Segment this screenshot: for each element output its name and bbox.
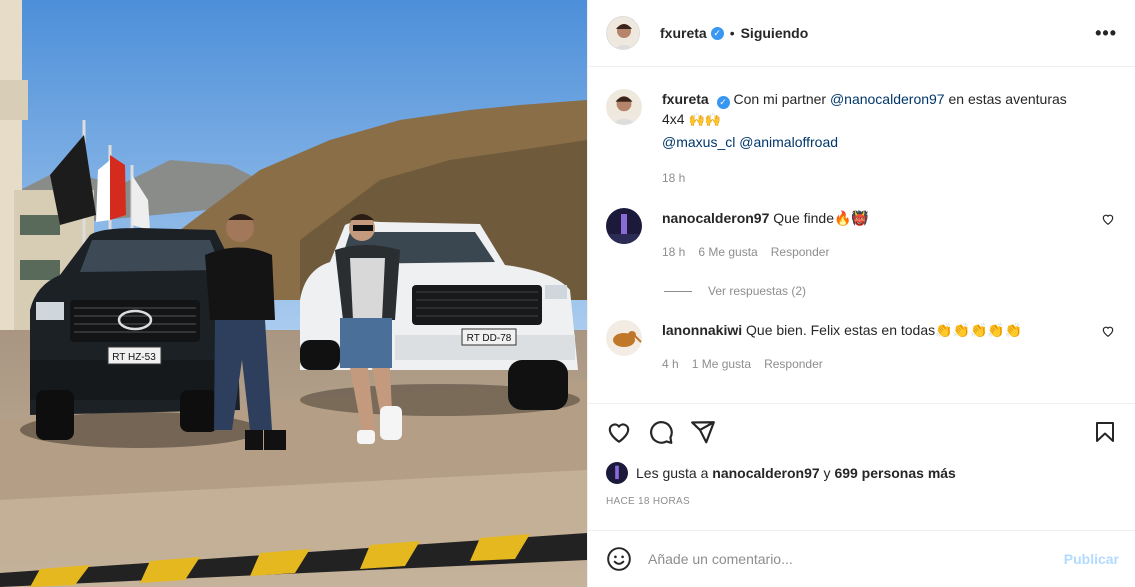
comment-avatar[interactable] — [606, 320, 642, 356]
comment-likes[interactable]: 6 Me gusta — [698, 242, 757, 262]
likes-summary: Les gusta a nanocalderon97 y 699 persona… — [606, 462, 1117, 484]
comment-like-heart-icon[interactable] — [1101, 212, 1115, 226]
heart-icon[interactable] — [606, 419, 632, 445]
comment-like-heart-icon[interactable] — [1101, 324, 1115, 338]
likes-user[interactable]: nanocalderon97 — [712, 465, 819, 481]
likes-others[interactable]: 699 personas más — [834, 465, 955, 481]
add-comment-bar: Publicar — [588, 530, 1135, 587]
verified-icon: ✓ — [716, 96, 730, 109]
post-photo[interactable]: RT HZ-53 RT DD-78 — [0, 0, 587, 587]
view-replies-label[interactable]: Ver respuestas (2) — [708, 284, 806, 298]
view-replies-button[interactable]: Ver respuestas (2) — [664, 284, 1117, 298]
liker-avatar[interactable] — [606, 462, 628, 484]
caption-mention-partner[interactable]: @nanocalderon97 — [830, 91, 945, 107]
caption-time[interactable]: 18 h — [662, 168, 685, 188]
reply-button[interactable]: Responder — [771, 242, 830, 262]
comment-body: lanonnakiwi Que bien. Felix estas en tod… — [662, 320, 1117, 374]
post-actions: Les gusta a nanocalderon97 y 699 persona… — [588, 403, 1135, 530]
post-side-panel: fxureta ✓ • Siguiendo ••• fxureta ✓ Con … — [587, 0, 1135, 587]
bookmark-icon[interactable] — [1093, 419, 1117, 445]
caption-avatar[interactable] — [606, 89, 642, 125]
author-username[interactable]: fxureta — [660, 25, 707, 41]
comment-username[interactable]: lanonnakiwi — [662, 322, 742, 338]
following-button[interactable]: Siguiendo — [741, 25, 809, 41]
plate-right: RT DD-78 — [467, 333, 512, 344]
caption-mention-animaloffroad[interactable]: @animaloffroad — [739, 134, 838, 150]
comment-time[interactable]: 18 h — [662, 242, 685, 262]
share-icon[interactable] — [690, 419, 716, 445]
caption-emoji: 🙌🙌 — [688, 112, 721, 127]
comment-input[interactable] — [648, 551, 1064, 567]
plate-left: RT HZ-53 — [112, 352, 156, 363]
publish-button[interactable]: Publicar — [1064, 551, 1119, 567]
comment-item: lanonnakiwi Que bien. Felix estas en tod… — [606, 320, 1117, 374]
caption-body: fxureta ✓ Con mi partner @nanocalderon97… — [662, 89, 1117, 188]
reply-button[interactable]: Responder — [764, 354, 823, 374]
comment-body: nanocalderon97 Que finde🔥👹 18 h 6 Me gus… — [662, 208, 1117, 262]
more-options-icon[interactable]: ••• — [1095, 23, 1117, 44]
comment-item: nanocalderon97 Que finde🔥👹 18 h 6 Me gus… — [606, 208, 1117, 262]
post-image: RT HZ-53 RT DD-78 — [0, 0, 587, 587]
caption-text-before: Con mi partner — [733, 91, 827, 107]
emoji-icon[interactable] — [606, 546, 632, 572]
likes-prefix: Les gusta a — [636, 465, 709, 481]
comment-avatar[interactable] — [606, 208, 642, 244]
caption-username[interactable]: fxureta — [662, 91, 709, 107]
comment-time[interactable]: 4 h — [662, 354, 679, 374]
separator-dot: • — [729, 25, 735, 41]
comment-likes[interactable]: 1 Me gusta — [692, 354, 751, 374]
comment-text: Que finde🔥👹 — [773, 210, 869, 226]
comment-username[interactable]: nanocalderon97 — [662, 210, 769, 226]
post-timestamp[interactable]: HACE 18 HORAS — [606, 496, 1117, 507]
author-avatar[interactable] — [606, 16, 640, 50]
action-icons — [606, 418, 1117, 446]
comments-section: fxureta ✓ Con mi partner @nanocalderon97… — [588, 67, 1135, 403]
verified-icon: ✓ — [710, 26, 724, 40]
caption: fxureta ✓ Con mi partner @nanocalderon97… — [606, 89, 1117, 188]
comment-text: Que bien. Felix estas en todas👏👏👏👏👏 — [746, 322, 1023, 338]
post-header: fxureta ✓ • Siguiendo ••• — [588, 0, 1135, 67]
comment-icon[interactable] — [648, 419, 674, 445]
caption-mention-maxus[interactable]: @maxus_cl — [662, 134, 735, 150]
likes-joiner: y — [823, 465, 831, 481]
replies-divider — [664, 290, 692, 292]
